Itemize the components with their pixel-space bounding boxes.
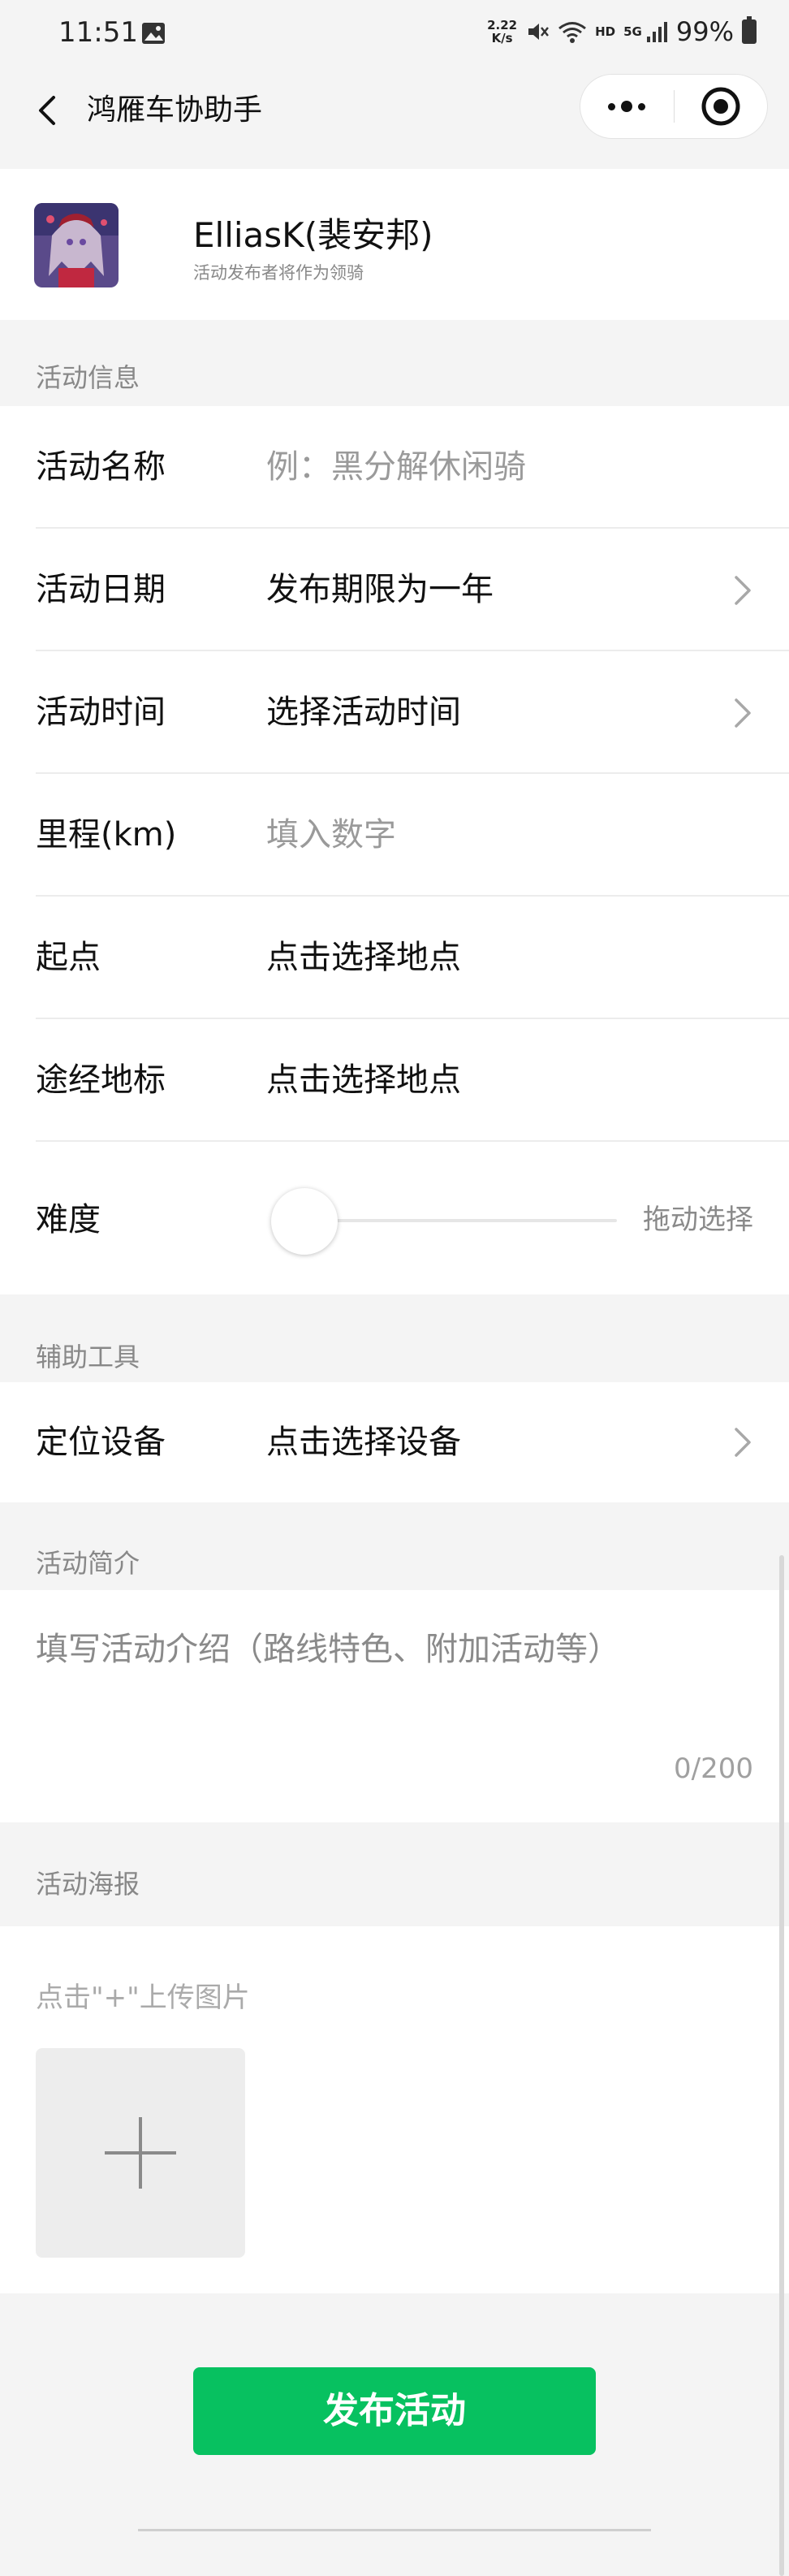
close-button[interactable] [674, 74, 767, 139]
start-point-row[interactable]: 起点 点击选择地点 [36, 897, 789, 1019]
signal-icon [646, 22, 667, 42]
section-label-tools: 辅助工具 [36, 1342, 140, 1372]
activity-date-label: 活动日期 [36, 571, 166, 608]
chevron-right-icon [735, 698, 751, 728]
scrollbar[interactable] [779, 1555, 784, 2576]
mileage-label: 里程(km) [36, 816, 177, 854]
chevron-left-icon[interactable] [24, 86, 73, 135]
more-dots-icon [638, 102, 646, 110]
wifi-icon [558, 22, 587, 43]
plus-icon [139, 2117, 142, 2189]
chevron-right-icon [735, 1428, 751, 1457]
gallery-icon [142, 23, 165, 44]
device-row[interactable]: 定位设备 点击选择设备 [36, 1382, 789, 1502]
intro-card[interactable]: 填写活动介绍（路线特色、附加活动等） 0/200 [0, 1590, 789, 1822]
waypoints-value[interactable]: 点击选择地点 [266, 1019, 461, 1142]
avatar[interactable] [34, 203, 119, 287]
status-bar: 11:51 2.22 K/s HD 5G 99% [0, 0, 789, 68]
speed-unit: K/s [491, 31, 513, 45]
target-close-icon [701, 87, 740, 126]
upload-hint: 点击"+"上传图片 [36, 1982, 250, 2014]
intro-textarea[interactable]: 填写活动介绍（路线特色、附加活动等） [36, 1623, 620, 1670]
activity-name-row[interactable]: 活动名称 例：黑分解休闲骑 [36, 406, 789, 529]
mute-icon [528, 24, 550, 40]
waypoints-label: 途经地标 [36, 1061, 166, 1099]
activity-date-row[interactable]: 活动日期 发布期限为一年 [36, 529, 789, 651]
activity-date-value[interactable]: 发布期限为一年 [266, 529, 494, 651]
start-point-label: 起点 [36, 939, 101, 976]
publisher-name: ElliasK(裴安邦) [193, 215, 433, 255]
home-indicator [138, 2529, 651, 2531]
device-value[interactable]: 点击选择设备 [266, 1382, 461, 1502]
page-title: 鸿雁车协助手 [87, 93, 263, 127]
status-time: 11:51 [58, 16, 138, 49]
network-type: 5G [623, 24, 642, 39]
activity-name-label: 活动名称 [36, 448, 166, 486]
poster-card: 点击"+"上传图片 [0, 1926, 789, 2293]
activity-time-row[interactable]: 活动时间 选择活动时间 [36, 651, 789, 774]
intro-char-counter: 0/200 [674, 1753, 753, 1785]
section-label-intro: 活动简介 [36, 1548, 140, 1579]
tools-card: 定位设备 点击选择设备 [0, 1382, 789, 1502]
chevron-right-icon [735, 576, 751, 605]
upload-image-button[interactable] [36, 2048, 245, 2258]
nav-bar: 鸿雁车协助手 [0, 68, 789, 169]
start-point-value[interactable]: 点击选择地点 [266, 897, 461, 1019]
device-label: 定位设备 [36, 1424, 166, 1461]
mileage-row[interactable]: 里程(km) 填入数字 [36, 774, 789, 897]
section-label-poster: 活动海报 [36, 1869, 140, 1900]
battery-level: 99% [675, 16, 734, 47]
mileage-input[interactable]: 填入数字 [266, 774, 396, 897]
more-button[interactable] [580, 74, 674, 139]
more-dots-icon [608, 102, 616, 110]
waypoints-row[interactable]: 途经地标 点击选择地点 [36, 1019, 789, 1142]
battery-icon [742, 16, 757, 44]
section-label-info: 活动信息 [36, 362, 140, 393]
more-dots-icon [621, 101, 633, 112]
mini-program-capsule [580, 74, 768, 139]
publish-button[interactable]: 发布活动 [193, 2367, 596, 2455]
activity-name-input[interactable]: 例：黑分解休闲骑 [266, 406, 526, 529]
status-right: 2.22 K/s HD 5G 99% [487, 16, 757, 47]
difficulty-hint: 拖动选择 [643, 1204, 753, 1236]
publisher-card: ElliasK(裴安邦) 活动发布者将作为领骑 [0, 169, 789, 320]
speed-value: 2.22 [487, 18, 518, 32]
activity-time-value[interactable]: 选择活动时间 [266, 651, 461, 774]
publisher-hint: 活动发布者将作为领骑 [193, 263, 364, 283]
difficulty-slider-thumb[interactable] [271, 1188, 338, 1255]
network-speed: 2.22 K/s [487, 19, 517, 45]
app-root: 11:51 2.22 K/s HD 5G 99% 鸿雁车协助手 ElliasK(… [0, 0, 789, 2576]
activity-time-label: 活动时间 [36, 694, 166, 731]
activity-info-card: 活动名称 例：黑分解休闲骑 活动日期 发布期限为一年 活动时间 选择活动时间 里… [0, 406, 789, 1294]
hd-badge: HD [595, 24, 616, 39]
difficulty-slider-track[interactable] [294, 1219, 617, 1222]
difficulty-label: 难度 [36, 1201, 101, 1238]
difficulty-row: 难度 拖动选择 [36, 1142, 789, 1298]
